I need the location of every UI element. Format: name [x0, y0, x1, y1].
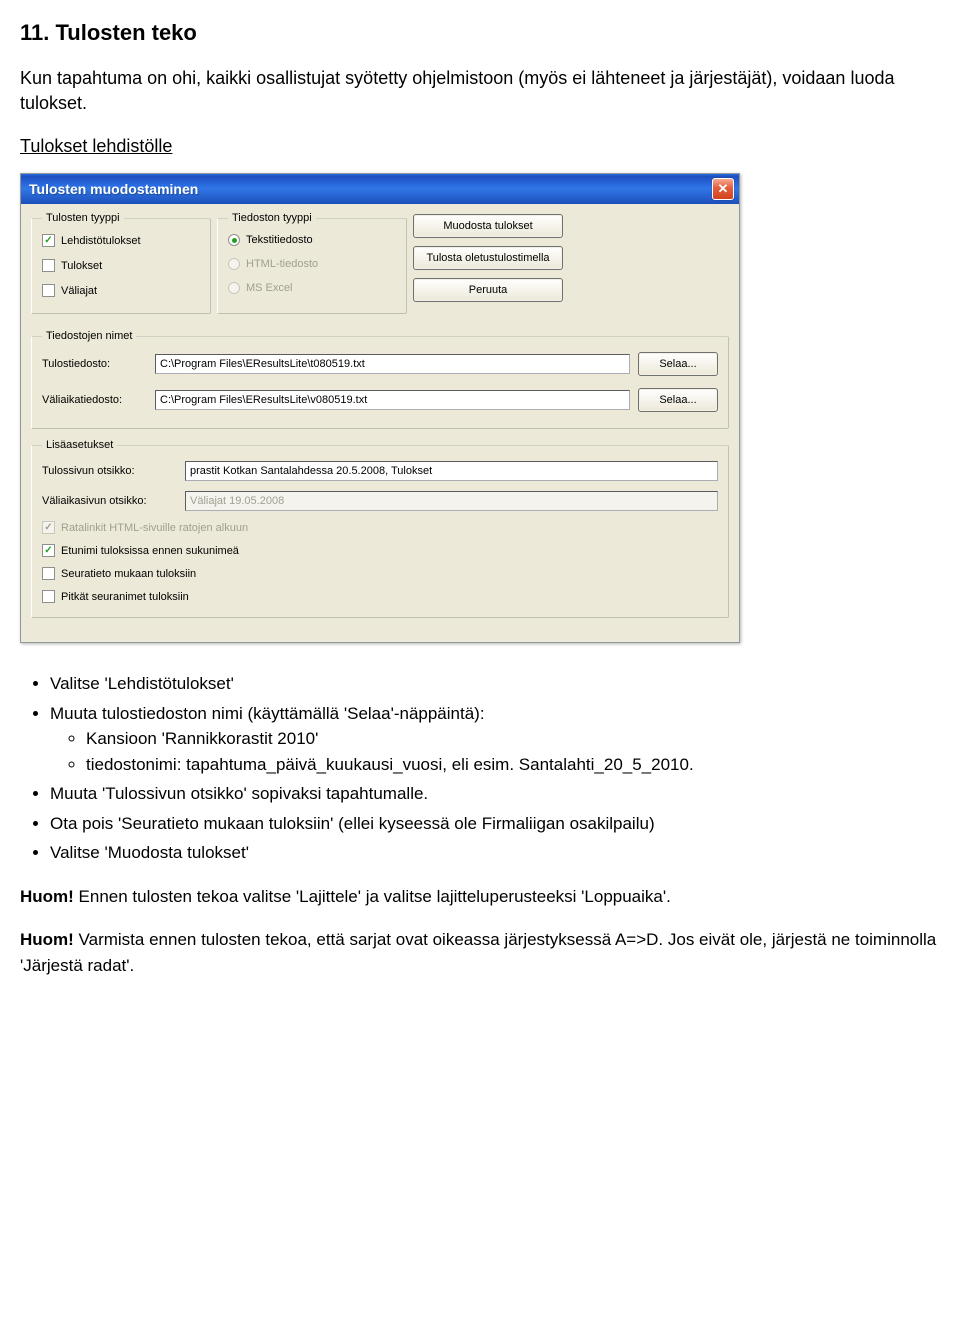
group-results-type: Tulosten tyyppi Lehdistötulokset Tulokse… — [31, 212, 211, 314]
group-file-type: Tiedoston tyyppi Tekstitiedosto HTML-tie… — [217, 212, 407, 314]
radio-icon — [228, 282, 240, 294]
output-file-label: Tulostiedosto: — [42, 358, 147, 370]
group-file-type-legend: Tiedoston tyyppi — [228, 212, 316, 224]
dialog-title: Tulosten muodostaminen — [29, 181, 712, 197]
radio-icon — [228, 234, 240, 246]
checkbox-icon — [42, 284, 55, 297]
checkbox-icon — [42, 567, 55, 580]
cancel-button[interactable]: Peruuta — [413, 278, 563, 302]
checkbox-tulokset[interactable]: Tulokset — [42, 259, 200, 272]
checkbox-icon — [42, 521, 55, 534]
result-page-title-label: Tulossivun otsikko: — [42, 465, 177, 477]
checkbox-lehdisto[interactable]: Lehdistötulokset — [42, 234, 200, 247]
instruction-list: Valitse 'Lehdistötulokset' Muuta tulosti… — [50, 671, 940, 866]
checkbox-ratalinkit: Ratalinkit HTML-sivuille ratojen alkuun — [42, 521, 718, 534]
print-default-button[interactable]: Tulosta oletustulostimella — [413, 246, 563, 270]
list-item: Valitse 'Muodosta tulokset' — [50, 840, 940, 866]
group-additional: Lisäasetukset Tulossivun otsikko: Väliai… — [31, 439, 729, 618]
close-button[interactable]: ✕ — [712, 178, 734, 200]
checkbox-icon — [42, 234, 55, 247]
radio-html: HTML-tiedosto — [228, 258, 396, 270]
checkbox-icon — [42, 544, 55, 557]
group-results-type-legend: Tulosten tyyppi — [42, 212, 124, 224]
browse-split-button[interactable]: Selaa... — [638, 388, 718, 412]
list-item: Valitse 'Lehdistötulokset' — [50, 671, 940, 697]
group-filenames-legend: Tiedostojen nimet — [42, 330, 136, 342]
checkbox-etunimi[interactable]: Etunimi tuloksissa ennen sukunimeä — [42, 544, 718, 557]
list-item: Muuta tulostiedoston nimi (käyttämällä '… — [50, 701, 940, 778]
checkbox-pitkat[interactable]: Pitkät seuranimet tuloksiin — [42, 590, 718, 603]
checkbox-icon — [42, 259, 55, 272]
make-results-button[interactable]: Muodosta tulokset — [413, 214, 563, 238]
close-icon: ✕ — [718, 181, 729, 197]
subheading: Tulokset lehdistölle — [20, 136, 940, 157]
radio-tekstitiedosto[interactable]: Tekstitiedosto — [228, 234, 396, 246]
checkbox-seuratieto[interactable]: Seuratieto mukaan tuloksiin — [42, 567, 718, 580]
note-2: Huom! Varmista ennen tulosten tekoa, ett… — [20, 927, 940, 978]
list-item: Muuta 'Tulossivun otsikko' sopivaksi tap… — [50, 781, 940, 807]
group-filenames: Tiedostojen nimet Tulostiedosto: Selaa..… — [31, 330, 729, 429]
browse-output-button[interactable]: Selaa... — [638, 352, 718, 376]
results-dialog: Tulosten muodostaminen ✕ Tulosten tyyppi… — [20, 173, 740, 643]
split-file-label: Väliaikatiedosto: — [42, 394, 147, 406]
list-item: Kansioon 'Rannikkorastit 2010' — [86, 726, 940, 752]
checkbox-valiajat[interactable]: Väliajat — [42, 284, 200, 297]
checkbox-icon — [42, 590, 55, 603]
output-file-input[interactable] — [155, 354, 630, 374]
result-page-title-input[interactable] — [185, 461, 718, 481]
intro-text: Kun tapahtuma on ohi, kaikki osallistuja… — [20, 66, 940, 116]
note-1: Huom! Ennen tulosten tekoa valitse 'Laji… — [20, 884, 940, 910]
split-page-title-label: Väliaikasivun otsikko: — [42, 495, 177, 507]
split-file-input[interactable] — [155, 390, 630, 410]
list-item: Ota pois 'Seuratieto mukaan tuloksiin' (… — [50, 811, 940, 837]
page-heading: 11. Tulosten teko — [20, 20, 940, 46]
split-page-title-input — [185, 491, 718, 511]
group-additional-legend: Lisäasetukset — [42, 439, 117, 451]
dialog-titlebar: Tulosten muodostaminen ✕ — [21, 174, 739, 204]
radio-icon — [228, 258, 240, 270]
list-item: tiedostonimi: tapahtuma_päivä_kuukausi_v… — [86, 752, 940, 778]
radio-excel: MS Excel — [228, 282, 396, 294]
